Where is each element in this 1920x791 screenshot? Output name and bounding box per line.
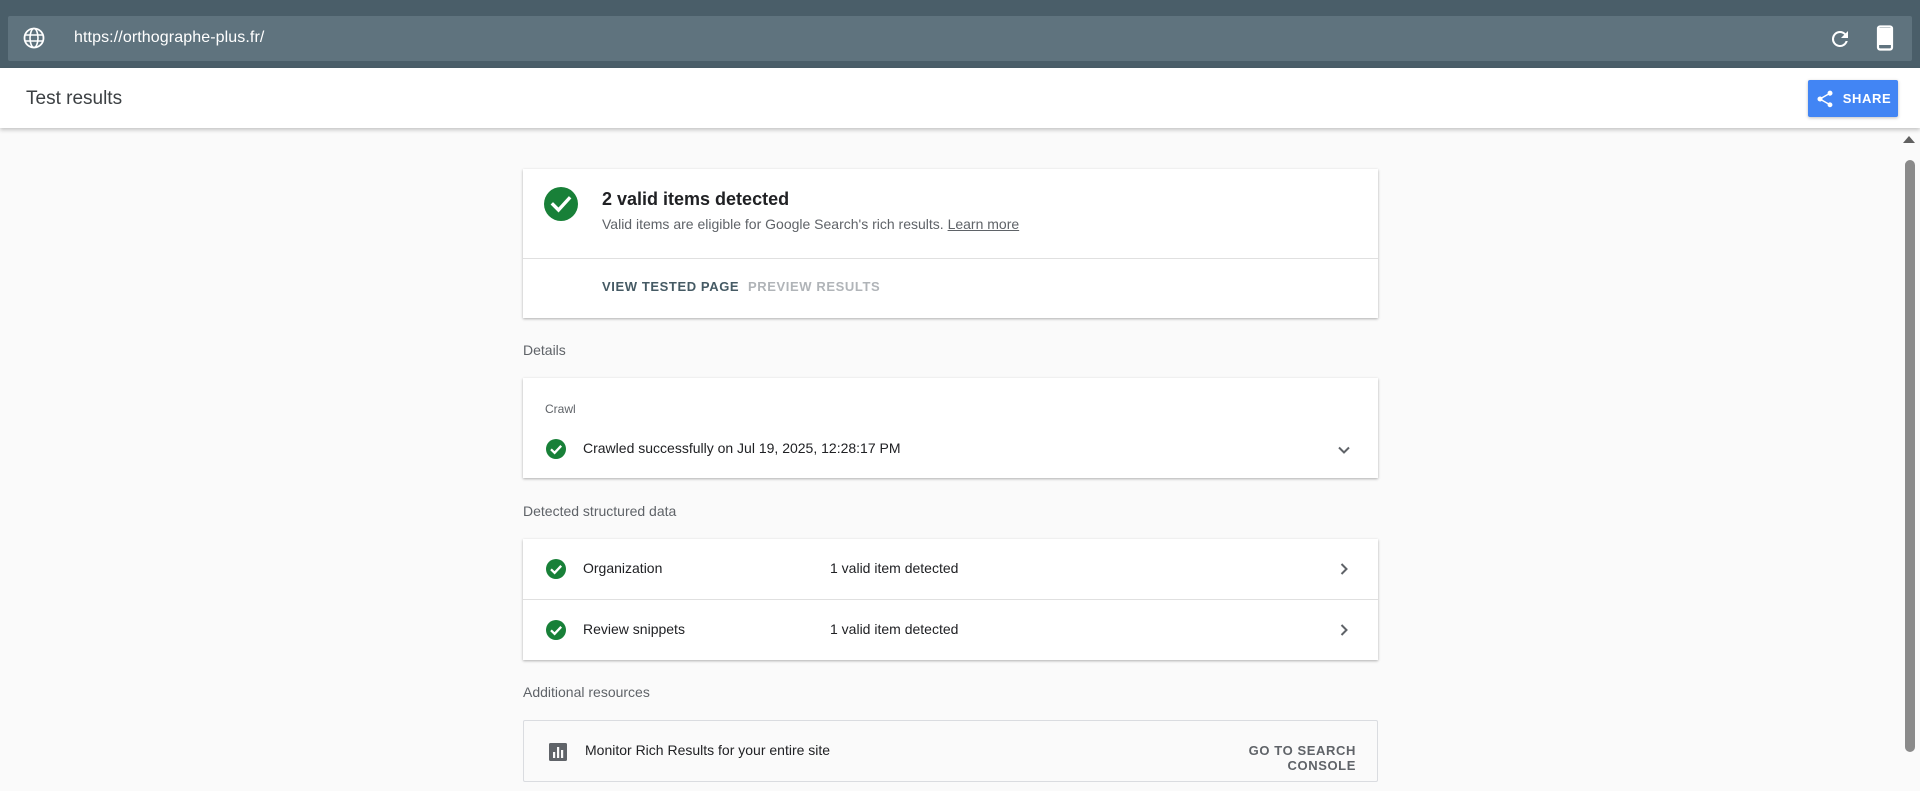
structured-item-name: Review snippets <box>583 621 685 637</box>
valid-check-icon <box>546 439 566 459</box>
summary-card: 2 valid items detected Valid items are e… <box>523 169 1378 318</box>
url-bar[interactable]: https://orthographe-plus.fr/ <box>8 16 1912 61</box>
scrollbar-thumb[interactable] <box>1905 160 1915 752</box>
structured-item-review-snippets[interactable]: Review snippets 1 valid item detected <box>523 600 1378 660</box>
summary-description-text: Valid items are eligible for Google Sear… <box>602 216 944 232</box>
share-icon <box>1817 90 1833 107</box>
structured-data-section-label: Detected structured data <box>523 503 677 519</box>
valid-check-icon <box>544 187 578 221</box>
share-button[interactable]: SHARE <box>1808 80 1898 117</box>
reload-icon[interactable] <box>1828 27 1852 51</box>
browser-toolbar: https://orthographe-plus.fr/ <box>0 0 1920 68</box>
summary-description: Valid items are eligible for Google Sear… <box>602 216 1019 232</box>
additional-resources-section-label: Additional resources <box>523 684 650 700</box>
chevron-right-icon[interactable] <box>1332 618 1356 642</box>
smartphone-icon[interactable] <box>1873 25 1897 51</box>
share-label: SHARE <box>1842 91 1892 106</box>
structured-data-card: Organization 1 valid item detected Revie… <box>523 539 1378 660</box>
crawl-status: Crawled successfully on Jul 19, 2025, 12… <box>583 440 901 456</box>
go-to-search-console-button[interactable]: GO TO SEARCH CONSOLE <box>1192 743 1356 773</box>
divider <box>523 258 1378 259</box>
structured-item-organization[interactable]: Organization 1 valid item detected <box>523 539 1378 599</box>
structured-item-count: 1 valid item detected <box>830 621 959 637</box>
chevron-down-icon[interactable] <box>1332 438 1356 462</box>
crawl-card[interactable]: Crawl Crawled successfully on Jul 19, 20… <box>523 378 1378 478</box>
scroll-up-arrow-icon[interactable] <box>1902 134 1916 144</box>
globe-icon <box>23 27 45 49</box>
bar-chart-icon <box>549 743 567 761</box>
details-section-label: Details <box>523 342 566 358</box>
search-console-card: Monitor Rich Results for your entire sit… <box>523 720 1378 782</box>
page-header: Test results SHARE <box>0 68 1920 128</box>
url-text[interactable]: https://orthographe-plus.fr/ <box>74 29 264 47</box>
preview-results-button[interactable]: PREVIEW RESULTS <box>748 279 880 294</box>
structured-item-count: 1 valid item detected <box>830 560 959 576</box>
crawl-label: Crawl <box>545 402 576 416</box>
chevron-right-icon[interactable] <box>1332 557 1356 581</box>
view-tested-page-button[interactable]: VIEW TESTED PAGE <box>602 279 739 294</box>
learn-more-link[interactable]: Learn more <box>948 216 1020 232</box>
page-title: Test results <box>26 88 123 109</box>
structured-item-name: Organization <box>583 560 663 576</box>
valid-check-icon <box>546 559 566 579</box>
summary-title: 2 valid items detected <box>602 189 790 209</box>
valid-check-icon <box>546 620 566 640</box>
resource-text: Monitor Rich Results for your entire sit… <box>585 742 831 758</box>
